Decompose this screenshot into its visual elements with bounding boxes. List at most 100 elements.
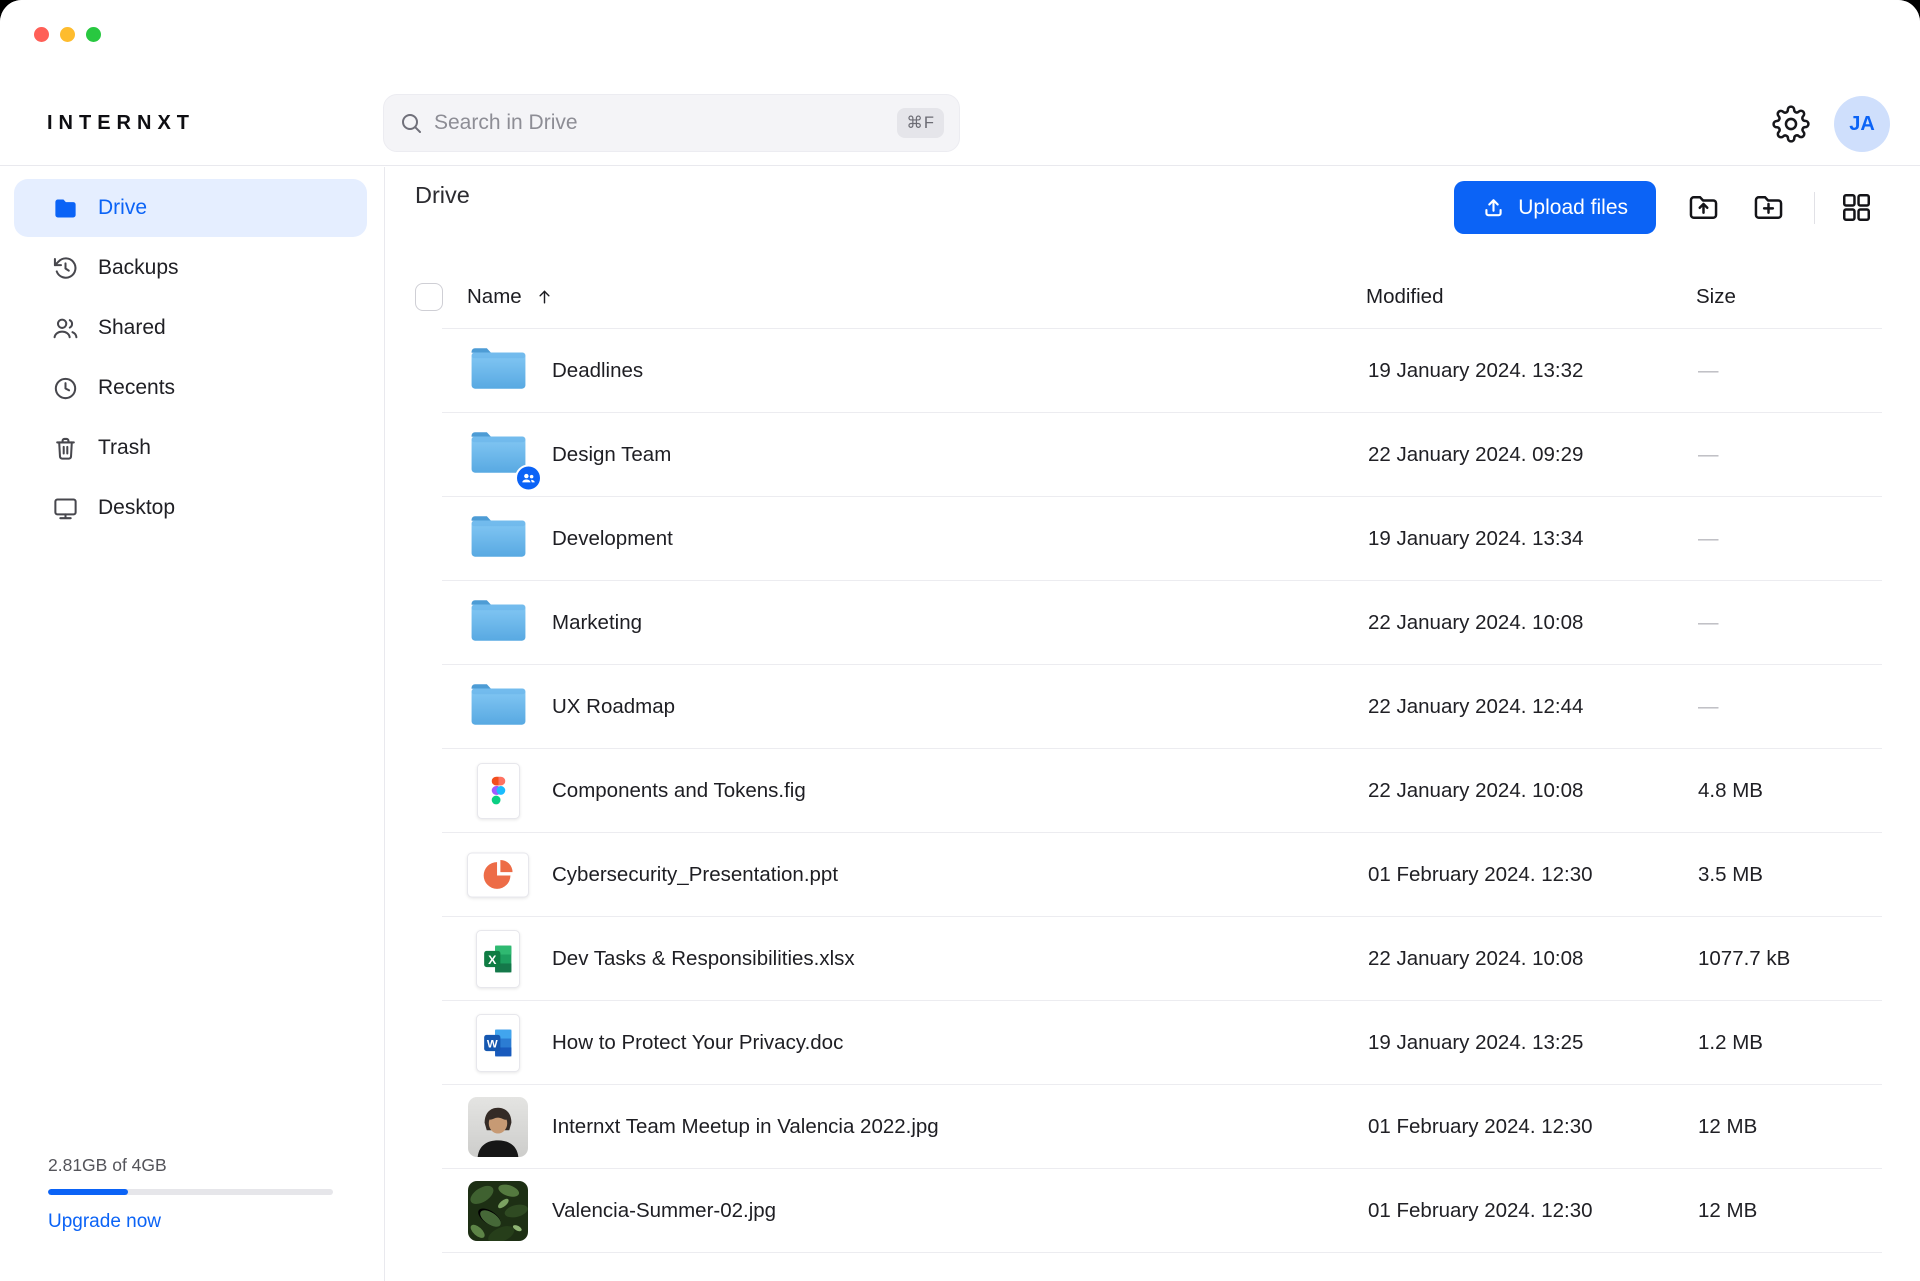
file-icon-cell xyxy=(466,344,530,399)
window-controls xyxy=(34,27,101,42)
sidebar-item-shared[interactable]: Shared xyxy=(14,299,367,357)
brand-logo: INTERNXT xyxy=(47,112,195,135)
sidebar: Drive Backups Shared Recents xyxy=(0,167,385,1281)
sidebar-item-trash[interactable]: Trash xyxy=(14,419,367,477)
sort-ascending-icon xyxy=(535,287,554,306)
folder-icon xyxy=(467,680,530,730)
table-row[interactable]: Design Team 22 January 2024. 09:29 — xyxy=(385,413,1920,497)
file-icon-cell xyxy=(466,512,530,567)
powerpoint-file-icon xyxy=(467,853,529,898)
clock-icon xyxy=(52,375,79,402)
file-name: Cybersecurity_Presentation.ppt xyxy=(552,863,838,887)
sidebar-item-label: Desktop xyxy=(98,496,175,520)
people-icon xyxy=(52,315,79,342)
avatar[interactable]: JA xyxy=(1834,96,1890,152)
top-bar: INTERNXT Search in Drive ⌘F JA xyxy=(0,0,1920,166)
sidebar-nav: Drive Backups Shared Recents xyxy=(0,167,384,537)
sidebar-item-drive[interactable]: Drive xyxy=(14,179,367,237)
file-name: UX Roadmap xyxy=(552,695,675,719)
column-header-name[interactable]: Name xyxy=(467,285,554,309)
table-row[interactable]: Development 19 January 2024. 13:34 — xyxy=(385,497,1920,581)
svg-text:W: W xyxy=(487,1039,498,1051)
search-input[interactable]: Search in Drive ⌘F xyxy=(383,94,960,152)
modified-date: 19 January 2024. 13:32 xyxy=(1368,359,1583,383)
modified-date: 22 January 2024. 09:29 xyxy=(1368,443,1583,467)
modified-date: 19 January 2024. 13:25 xyxy=(1368,1031,1583,1055)
shared-badge-icon xyxy=(515,465,542,492)
table-row[interactable]: W How to Protect Your Privacy.doc19 Janu… xyxy=(385,1001,1920,1085)
table-row[interactable]: Cybersecurity_Presentation.ppt01 Februar… xyxy=(385,833,1920,917)
file-size: 4.8 MB xyxy=(1698,779,1763,803)
file-icon-cell: X xyxy=(466,930,530,988)
close-window-button[interactable] xyxy=(34,27,49,42)
table-row[interactable]: Marketing22 January 2024. 10:08— xyxy=(385,581,1920,665)
modified-date: 22 January 2024. 10:08 xyxy=(1368,611,1583,635)
trash-icon xyxy=(52,435,79,462)
main-content: Drive Upload files Name Modified xyxy=(385,167,1920,1281)
file-name: Valencia-Summer-02.jpg xyxy=(552,1199,776,1223)
photo-thumbnail xyxy=(468,1181,528,1241)
grid-view-button[interactable] xyxy=(1839,190,1874,226)
table-row[interactable]: Deadlines19 January 2024. 13:32— xyxy=(385,329,1920,413)
column-name-label: Name xyxy=(467,285,522,309)
minimize-window-button[interactable] xyxy=(60,27,75,42)
folder-icon xyxy=(52,195,79,222)
sidebar-item-label: Shared xyxy=(98,316,166,340)
search-placeholder: Search in Drive xyxy=(434,111,578,135)
select-all-checkbox[interactable] xyxy=(415,283,443,311)
file-size: 12 MB xyxy=(1698,1115,1757,1139)
file-size: — xyxy=(1698,695,1719,719)
file-size: 12 MB xyxy=(1698,1199,1757,1223)
table-row[interactable]: X Dev Tasks & Responsibilities.xlsx 22 Ja… xyxy=(385,917,1920,1001)
folder-plus-icon xyxy=(1751,190,1786,225)
file-icon-cell xyxy=(466,428,530,483)
modified-date: 22 January 2024. 10:08 xyxy=(1368,947,1583,971)
create-folder-button[interactable] xyxy=(1751,190,1786,226)
modified-date: 22 January 2024. 12:44 xyxy=(1368,695,1583,719)
file-size: — xyxy=(1698,443,1719,467)
column-header-modified[interactable]: Modified xyxy=(1366,285,1444,309)
zoom-window-button[interactable] xyxy=(86,27,101,42)
photo-thumbnail xyxy=(468,1097,528,1157)
table-row[interactable]: UX Roadmap 22 January 2024. 12:44 — xyxy=(385,665,1920,749)
modified-date: 19 January 2024. 13:34 xyxy=(1368,527,1583,551)
upgrade-link[interactable]: Upgrade now xyxy=(48,1211,161,1233)
storage-progressbar xyxy=(48,1189,333,1195)
table-row[interactable]: Internxt Team Meetup in Valencia 2022.jp… xyxy=(385,1085,1920,1169)
table-row[interactable]: Components and Tokens.fig22 January 2024… xyxy=(385,749,1920,833)
avatar-initials: JA xyxy=(1849,113,1875,136)
word-file-icon: W xyxy=(476,1014,520,1072)
settings-button[interactable] xyxy=(1771,105,1811,145)
sidebar-item-label: Trash xyxy=(98,436,151,460)
file-name: Internxt Team Meetup in Valencia 2022.jp… xyxy=(552,1115,939,1139)
file-icon-cell xyxy=(466,1181,530,1241)
file-name: Dev Tasks & Responsibilities.xlsx xyxy=(552,947,855,971)
figma-file-icon xyxy=(477,763,520,819)
file-name: Components and Tokens.fig xyxy=(552,779,806,803)
search-icon xyxy=(399,111,423,135)
file-name: Design Team xyxy=(552,443,671,467)
table-row[interactable]: Valencia-Summer-02.jpg01 February 2024. … xyxy=(385,1169,1920,1253)
folder-icon xyxy=(467,512,530,562)
file-icon-cell: W xyxy=(466,1014,530,1072)
upload-folder-button[interactable] xyxy=(1686,190,1721,226)
file-icon-cell xyxy=(466,853,530,898)
upload-files-label: Upload files xyxy=(1518,196,1628,220)
storage-panel: 2.81GB of 4GB Upgrade now xyxy=(48,1155,333,1233)
sidebar-item-label: Backups xyxy=(98,256,179,280)
file-name: Development xyxy=(552,527,673,551)
gear-icon xyxy=(1772,105,1810,143)
search-shortcut-badge: ⌘F xyxy=(897,108,944,138)
storage-usage: 2.81GB of 4GB xyxy=(48,1155,333,1176)
sidebar-item-recents[interactable]: Recents xyxy=(14,359,367,417)
upload-files-button[interactable]: Upload files xyxy=(1454,181,1656,234)
sidebar-item-desktop[interactable]: Desktop xyxy=(14,479,367,537)
history-icon xyxy=(52,255,79,282)
column-header-size[interactable]: Size xyxy=(1696,285,1736,309)
file-size: 1077.7 kB xyxy=(1698,947,1790,971)
sidebar-item-backups[interactable]: Backups xyxy=(14,239,367,297)
file-size: — xyxy=(1698,527,1719,551)
upload-icon xyxy=(1482,196,1505,219)
file-icon-cell xyxy=(466,596,530,651)
page-title: Drive xyxy=(415,182,470,209)
